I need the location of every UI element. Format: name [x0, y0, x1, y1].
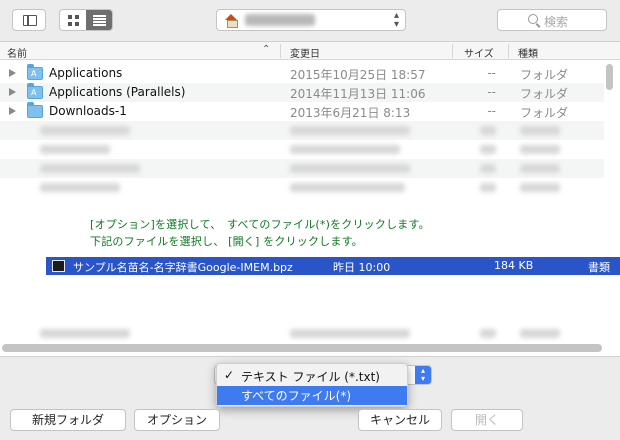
instruction-line-2: 下記のファイルを選択し、 [開く] をクリックします。: [90, 235, 363, 248]
disclosure-triangle-icon[interactable]: [9, 69, 16, 77]
row-date: 2015年10月25日 18:57: [290, 68, 426, 82]
row-name: Applications: [49, 66, 123, 80]
search-field[interactable]: 検索: [497, 9, 607, 31]
vertical-scrollbar[interactable]: [606, 64, 613, 90]
column-header-kind[interactable]: 種類: [518, 45, 538, 60]
row-kind: フォルダ: [520, 87, 569, 101]
row-name: Applications (Parallels): [49, 85, 186, 99]
view-mode-segmented-control: [59, 9, 113, 31]
row-name: Downloads-1: [49, 104, 127, 118]
disclosure-triangle-icon[interactable]: [9, 88, 16, 96]
open-button[interactable]: 開く: [451, 409, 523, 431]
column-divider: [280, 44, 281, 58]
column-header-date[interactable]: 変更日: [290, 45, 320, 60]
row-date: 昨日 10:00: [333, 261, 391, 274]
blurred-row: [0, 121, 604, 140]
row-date: 2013年6月21日 8:13: [290, 106, 411, 120]
new-folder-button[interactable]: 新規フォルダ: [10, 409, 126, 431]
folder-icon: [27, 102, 43, 118]
applications-folder-icon: A: [27, 64, 43, 80]
row-name: サンプル名苗名-名字辞書Google-IMEM.bpz: [73, 261, 293, 274]
selected-file-row[interactable]: サンプル名苗名-名字辞書Google-IMEM.bpz 昨日 10:00 184…: [46, 257, 620, 275]
table-row[interactable]: A Applications (Parallels) 2014年11月13日 1…: [0, 83, 604, 102]
instruction-line-1: [オプション]を選択して、 すべてのファイル(*)をクリックします。: [90, 218, 430, 231]
column-divider: [452, 44, 453, 58]
icon-view-button[interactable]: [60, 10, 86, 30]
blurred-row: [0, 159, 604, 178]
table-row[interactable]: A Applications 2015年10月25日 18:57 -- フォルダ: [0, 64, 604, 83]
menu-item-label: すべてのファイル(*): [241, 389, 352, 403]
home-icon: [225, 14, 238, 28]
menu-item-text-file[interactable]: ✓ テキスト ファイル (*.txt): [217, 367, 407, 386]
row-size: 184 KB: [494, 259, 534, 272]
horizontal-scrollbar[interactable]: [2, 344, 602, 352]
blurred-row: [0, 324, 604, 343]
row-kind: フォルダ: [520, 106, 569, 120]
column-divider: [508, 44, 509, 58]
chevron-up-down-icon: ▴ ▾: [415, 366, 431, 384]
list-view-button[interactable]: [86, 10, 112, 30]
row-size: --: [487, 66, 496, 80]
location-popup[interactable]: ▴ ▾: [216, 9, 406, 31]
row-date: 2014年11月13日 11:06: [290, 87, 426, 101]
search-placeholder: 検索: [544, 15, 569, 29]
disclosure-triangle-icon[interactable]: [9, 107, 16, 115]
checkmark-icon: ✓: [224, 368, 235, 382]
row-size: --: [487, 104, 496, 118]
cancel-button[interactable]: キャンセル: [358, 409, 442, 431]
list-icon: [93, 15, 106, 26]
location-name-blurred: [245, 14, 315, 26]
row-kind: 書類: [588, 261, 610, 274]
search-icon: [528, 14, 538, 24]
column-header-name[interactable]: 名前: [7, 45, 27, 60]
sidebar-icon: [23, 15, 37, 26]
sort-ascending-icon: ⌃: [262, 44, 271, 55]
list-header: 名前 ⌃ 変更日 サイズ 種類: [0, 42, 620, 60]
table-row[interactable]: Downloads-1 2013年6月21日 8:13 -- フォルダ: [0, 102, 604, 121]
grid-icon: [68, 15, 79, 26]
options-button[interactable]: オプション: [134, 409, 220, 431]
row-size: --: [487, 85, 496, 99]
sidebar-toggle-button[interactable]: [12, 9, 46, 31]
toolbar: ▴ ▾ 検索: [0, 0, 620, 42]
applications-folder-icon: A: [27, 83, 43, 99]
chevron-up-down-icon: ▴ ▾: [393, 10, 399, 30]
row-kind: フォルダ: [520, 68, 569, 82]
instruction-panel: [オプション]を選択して、 すべてのファイル(*)をクリックします。 下記のファ…: [30, 202, 620, 324]
blurred-row: [0, 140, 604, 159]
blurred-row: [0, 178, 604, 197]
menu-item-all-files[interactable]: すべてのファイル(*): [217, 386, 407, 405]
column-header-size[interactable]: サイズ: [464, 45, 494, 60]
file-list: 名前 ⌃ 変更日 サイズ 種類 A Applications 2015年10月2…: [0, 42, 620, 356]
file-type-menu: ✓ テキスト ファイル (*.txt) すべてのファイル(*): [216, 363, 408, 407]
document-icon: [52, 260, 65, 272]
menu-item-label: テキスト ファイル (*.txt): [241, 370, 380, 384]
